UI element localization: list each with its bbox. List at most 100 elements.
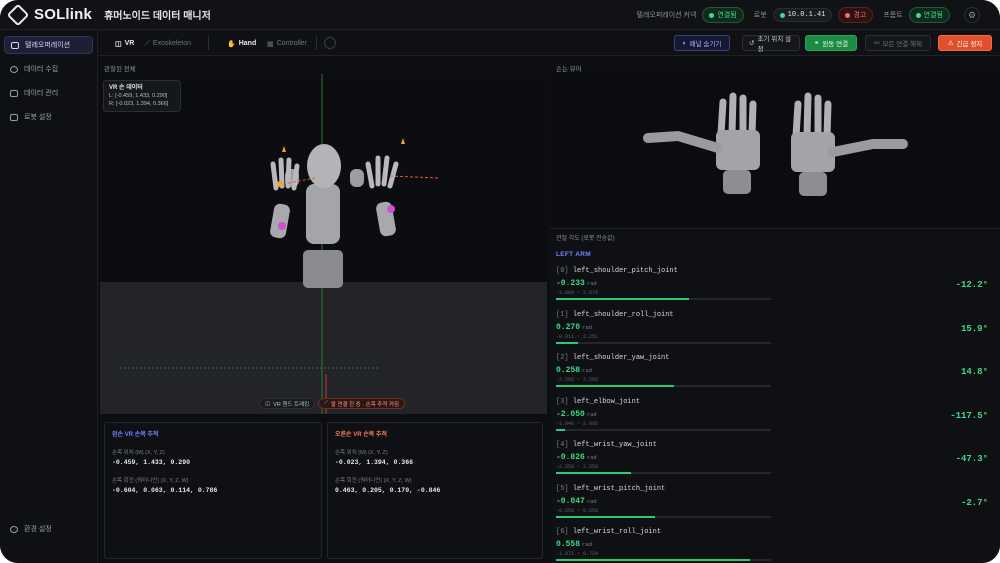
joint-unit: rad [582, 323, 592, 331]
tab-controller[interactable]: ▦ Controller [262, 37, 312, 50]
sidebar-item-label: 환경 설정 [24, 526, 52, 533]
joint-name: [6] left_wrist_roll_joint [556, 528, 661, 536]
joint-progress-track [556, 472, 771, 474]
status-dot-icon [779, 12, 785, 18]
robot-ip-badge: 10.0.1.41 [772, 8, 833, 22]
joint-rad-value: -0.826 [556, 453, 585, 462]
joint-unit: rad [586, 497, 597, 505]
reset-position-button[interactable]: ↺ 초기 위치 설정 [742, 35, 800, 53]
joint-progress-track [556, 559, 771, 561]
joint-angles-panel: 관절 각도 (로봇 전송값) LEFT ARM [0] left_shoulde… [550, 228, 1000, 563]
joint-group-label: LEFT ARM [556, 251, 592, 258]
robot-model [120, 74, 439, 414]
arm-control-chip[interactable]: ⟋ 팔 연결 한 중 · 손목 추적 켜짐 [318, 398, 406, 409]
sidebar-item-teleop[interactable]: 텔레오퍼레이션 [4, 36, 93, 54]
button-label: 모든 연결 해제 [882, 41, 922, 48]
rotation-label: 손목 회전 (쿼터니언) (X, Y, Z, W) [112, 478, 189, 484]
warning-icon: ⚠ [947, 40, 954, 47]
vr-tracking-chip[interactable]: ◫ VR 핸드 트래킹 [259, 398, 316, 409]
left-hand-wrist [723, 170, 751, 194]
joint-index: [6] [556, 528, 569, 536]
robot-warning-badge: 경고 [838, 7, 874, 23]
sliders-icon [10, 113, 18, 121]
position-label: 손목 위치 (M) (X, Y, Z) [335, 450, 388, 456]
sidebar-item-data[interactable]: 데이터 관리 [4, 84, 93, 102]
joint-row: [4] left_wrist_yaw_joint -0.826 rad -2.556 … [556, 441, 996, 484]
button-label: 초기 위치 설정 [757, 36, 791, 53]
left-wrist-marker [277, 181, 283, 187]
sidebar-item-collect[interactable]: 데이터 수집 [4, 60, 93, 78]
joint-progress-track [556, 385, 771, 387]
emergency-stop-button[interactable]: ⚠ 긴급 정지 [938, 35, 992, 51]
robot-right-shoulder [350, 169, 364, 187]
divider [316, 36, 317, 50]
button-label: 원동 연결 [822, 41, 849, 48]
left-wrist-tracking-panel: 왼손 VR 손목 추적 손목 위치 (M) (X, Y, Z) -0.459, … [104, 422, 322, 559]
joint-index: [3] [556, 397, 569, 406]
hide-panel-button[interactable]: ◐ 패널 숨기기 [674, 35, 730, 51]
joint-rad-value: -0.233 [556, 279, 585, 288]
position-value: -0.023, 1.394, 0.366 [335, 459, 414, 466]
controller-icon: ▦ [267, 40, 274, 48]
joint-progress-track [556, 298, 771, 300]
brand-logo[interactable]: SOLlink [6, 3, 92, 26]
joint-progress-fill [556, 298, 690, 300]
joint-name: [3] left_elbow_joint [556, 398, 640, 406]
robot-3d-viewport[interactable]: VR 손 데이터 L: [-0.459, 1.433, 0.290] R: [-… [100, 74, 547, 414]
sidebar-item-robot[interactable]: 로봇 설정 [4, 108, 93, 126]
settings-icon[interactable]: ⚙ [964, 7, 980, 23]
warning-dot-icon [845, 12, 851, 18]
top-bar: SOLlink 휴머노이드 데이터 매니저 텔레오퍼레이션 커넥 연결됨 로봇 … [0, 0, 1000, 30]
robot-pelvis [303, 250, 343, 288]
right-wrist-tracking-panel: 오른손 VR 손목 추적 손목 위치 (M) (X, Y, Z) -0.023,… [327, 422, 543, 559]
sidebar-item-label: 텔레오퍼레이션 [25, 42, 71, 49]
viewport-label: 관찰된 전체 [104, 66, 136, 73]
joint-name: [5] left_wrist_pitch_joint [556, 485, 665, 493]
disconnect-all-button[interactable]: ⚯ 모든 연결 해제 [865, 35, 931, 51]
joint-progress-fill [556, 428, 565, 431]
right-elbow-marker [387, 205, 395, 213]
hand-status-text: 연결됨 [923, 12, 943, 19]
status-dot-icon [915, 12, 921, 18]
hand-status-label: 프롬트 [883, 12, 903, 19]
joint-name: [0] left_shoulder_pitch_joint [556, 267, 678, 275]
joint-progress-fill [556, 341, 578, 344]
tab-vr[interactable]: ◫ VR [110, 37, 139, 50]
record-icon [10, 65, 18, 73]
position-value: -0.459, 1.433, 0.290 [112, 459, 191, 466]
link-icon: ⚭ [813, 40, 820, 47]
tab-hand[interactable]: ✋ Hand [222, 37, 261, 50]
right-hand-ray [389, 175, 439, 179]
sidebar-item-settings[interactable]: 환경 설정 [4, 521, 94, 537]
joint-rad-value: 0.558 [556, 540, 581, 549]
tab-label: VR [124, 40, 135, 47]
exoskeleton-icon: ⟋ [145, 39, 150, 47]
joint-value: 0.258 rad [556, 366, 592, 375]
robot-torso [306, 184, 340, 244]
hand-3d-viewer[interactable] [553, 74, 1000, 226]
rotation-label: 손목 회전 (쿼터니언) (X, Y, Z, W) [335, 478, 412, 484]
start-connection-button[interactable]: ⚭ 원동 연결 [805, 35, 857, 51]
left-hand-palm [716, 130, 760, 170]
rotation-value: -0.604, 0.063, 0.114, 0.786 [112, 487, 218, 494]
robot-right-fingers [365, 155, 399, 189]
joint-value: -0.826 rad [556, 453, 597, 462]
chip-label: 팔 연결 한 중 · 손목 추적 켜짐 [330, 401, 400, 408]
app-title: 휴머노이드 데이터 매니저 [104, 11, 211, 22]
sidebar-item-label: 데이터 수집 [24, 66, 59, 73]
joint-unit: rad [586, 280, 597, 287]
joint-unit: rad [586, 454, 597, 461]
vr-icon: ◫ [265, 400, 271, 407]
joint-degree-value: -2.7° [960, 497, 988, 508]
reset-icon: ↺ [749, 40, 755, 47]
robot-ip: 10.0.1.41 [787, 11, 826, 19]
joint-label: left_shoulder_pitch_joint [572, 267, 678, 275]
joint-row: [3] left_elbow_joint -2.050 rad -1.046 ~ 2.… [556, 398, 996, 441]
robot-head [307, 144, 341, 188]
joint-range: -0.558 ~ 0.558 [556, 507, 599, 514]
tab-label: Exoskeleton [152, 40, 192, 47]
tab-exoskeleton[interactable]: ⟋ Exoskeleton [140, 37, 196, 50]
joint-value: -0.233 rad [556, 279, 597, 288]
add-mode-icon[interactable] [324, 37, 336, 49]
joint-name: [1] left_shoulder_roll_joint [556, 311, 674, 319]
